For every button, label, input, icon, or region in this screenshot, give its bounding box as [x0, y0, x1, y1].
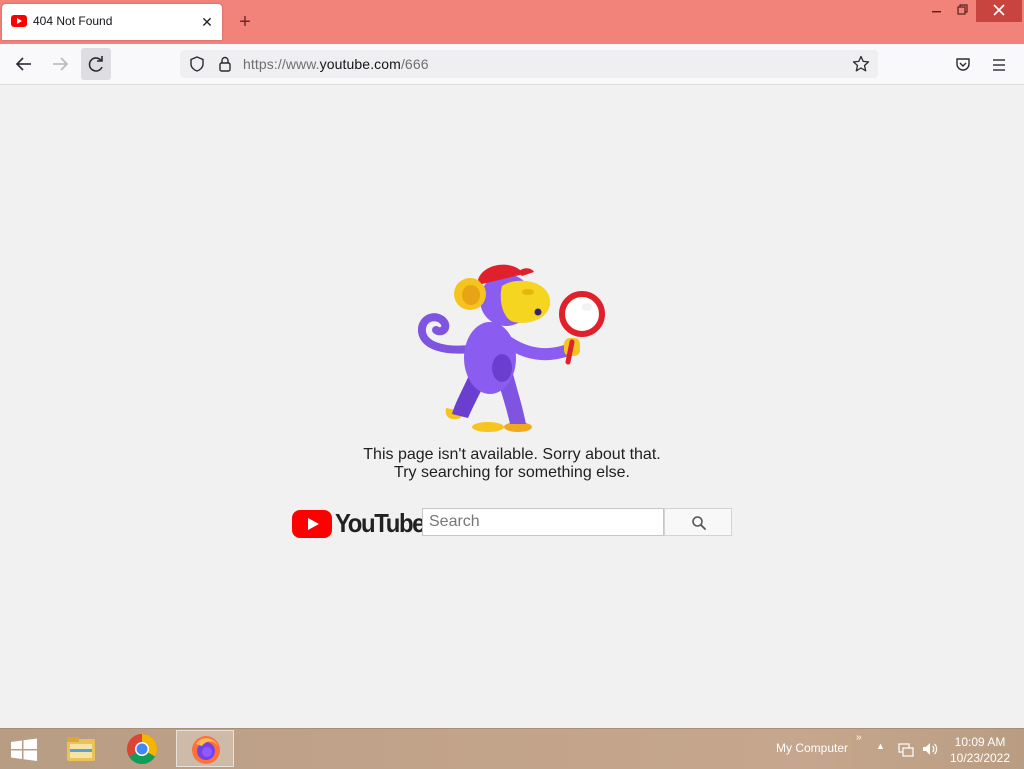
url-path: /666	[400, 56, 429, 72]
clock-time: 10:09 AM	[954, 735, 1006, 749]
reload-icon	[88, 56, 103, 72]
reload-button[interactable]	[81, 48, 111, 80]
search-button[interactable]	[664, 508, 732, 536]
youtube-favicon-icon	[11, 15, 27, 27]
url-text: https://www.youtube.com/666	[243, 56, 429, 72]
volume-icon[interactable]	[921, 741, 939, 757]
taskbar-chrome[interactable]	[113, 730, 171, 767]
youtube-logo[interactable]: YouTube	[292, 508, 425, 538]
search-icon	[692, 516, 706, 530]
file-explorer-icon	[67, 737, 95, 761]
windows-start-icon[interactable]	[8, 737, 40, 763]
youtube-play-icon	[292, 510, 332, 538]
close-tab-icon[interactable]: ✕	[198, 13, 216, 31]
forward-button[interactable]	[46, 50, 74, 78]
tab-title: 404 Not Found	[33, 14, 113, 28]
star-icon[interactable]	[852, 55, 870, 73]
youtube-wordmark: YouTube	[335, 508, 425, 538]
restore-button[interactable]	[948, 0, 978, 22]
navigation-toolbar: https://www.youtube.com/666	[0, 44, 1024, 85]
firefox-icon	[192, 736, 220, 764]
monkey-illustration	[418, 264, 605, 432]
forward-arrow-icon	[53, 57, 69, 71]
chrome-icon	[126, 734, 158, 765]
back-arrow-icon	[15, 57, 31, 71]
taskbar: My Computer » ▲ 10:09 AM 10/23/2022	[0, 728, 1024, 769]
search-input[interactable]	[422, 508, 664, 536]
tray-overflow-icon[interactable]: ▲	[876, 741, 885, 751]
address-bar[interactable]: https://www.youtube.com/666	[180, 50, 878, 78]
my-computer-toolbar[interactable]: My Computer	[776, 741, 848, 755]
url-domain: youtube.com	[319, 56, 401, 72]
pocket-icon[interactable]	[954, 56, 972, 74]
restore-icon	[957, 4, 968, 15]
error-suggestion: Try searching for something else.	[394, 464, 630, 481]
taskbar-file-explorer[interactable]	[52, 730, 110, 767]
url-prefix: https://www.	[243, 56, 320, 72]
network-icon[interactable]	[898, 741, 914, 757]
clock-date: 10/23/2022	[949, 751, 1011, 765]
tab-404-not-found[interactable]: 404 Not Found ✕	[2, 4, 222, 40]
close-window-button[interactable]	[976, 0, 1022, 22]
shield-icon[interactable]	[188, 55, 206, 73]
back-button[interactable]	[10, 50, 38, 78]
close-window-icon	[993, 4, 1005, 16]
lock-icon[interactable]	[217, 55, 233, 73]
system-clock[interactable]: 10:09 AM 10/23/2022	[944, 734, 1016, 766]
toolbar-chevron-icon[interactable]: »	[856, 732, 862, 743]
menu-icon[interactable]	[990, 56, 1008, 74]
taskbar-firefox[interactable]	[176, 730, 234, 767]
browser-titlebar: 404 Not Found ✕ +	[0, 0, 1024, 44]
error-message: This page isn't available. Sorry about t…	[363, 446, 661, 463]
new-tab-button[interactable]: +	[234, 11, 256, 33]
